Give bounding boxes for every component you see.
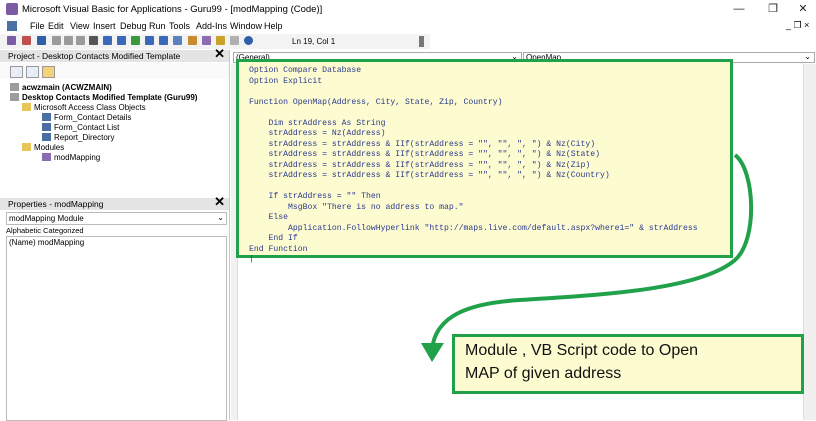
annotation-callout: Module , VB Script code to Open MAP of g… [452,334,804,394]
callout-line-2: MAP of given address [465,365,622,382]
callout-line-1: Module , VB Script code to Open [465,342,699,359]
